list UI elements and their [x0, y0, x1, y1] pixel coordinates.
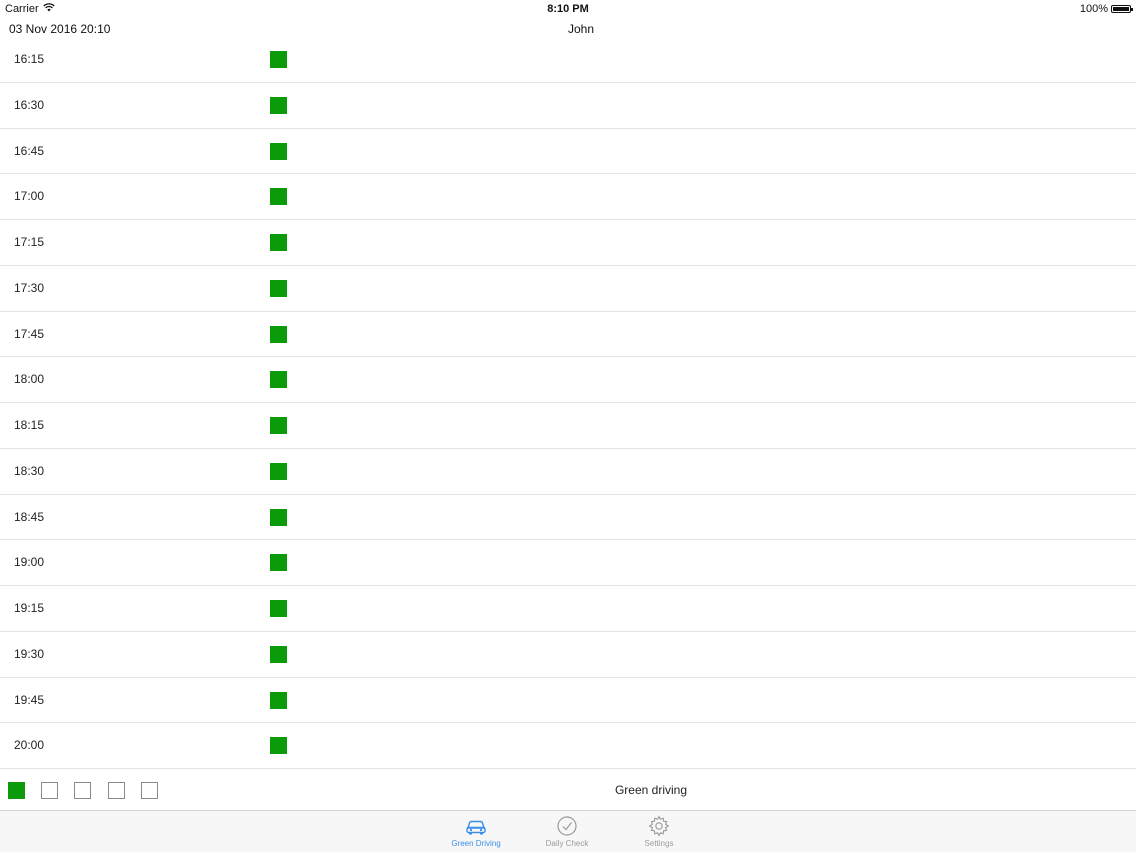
green-status-indicator: [270, 554, 287, 572]
legend-label: Green driving: [614, 783, 688, 797]
time-label: 18:30: [14, 463, 45, 478]
time-label: 18:00: [14, 372, 45, 387]
green-status-indicator: [270, 234, 287, 251]
legend-box-filled[interactable]: [8, 782, 25, 799]
legend-box-empty[interactable]: [141, 782, 158, 799]
time-label: 17:30: [14, 280, 45, 295]
time-label: 17:15: [14, 235, 45, 249]
time-row[interactable]: 19:45: [0, 678, 1136, 724]
time-label: 18:45: [14, 509, 45, 524]
time-label: 18:15: [14, 418, 45, 432]
time-list[interactable]: 16:15 16:30 16:45 17:00 17:15 17:30 17:45 18:00…: [0, 37, 1136, 769]
time-label: 20:00: [14, 738, 45, 753]
legend-box-empty[interactable]: [74, 782, 91, 799]
time-row[interactable]: 18:45: [0, 495, 1136, 541]
green-status-indicator: [270, 371, 287, 389]
header-driver-name: John: [567, 22, 595, 36]
header: 03 Nov 2016 20:10 John: [0, 20, 1136, 38]
green-status-indicator: [270, 417, 287, 434]
time-row[interactable]: 16:45: [0, 129, 1136, 175]
time-row[interactable]: 20:00: [0, 723, 1136, 769]
time-row[interactable]: 16:30: [0, 83, 1136, 129]
gear-icon: [647, 814, 671, 838]
tab-label: Settings: [644, 839, 674, 848]
tab-settings[interactable]: Settings: [619, 814, 699, 848]
green-status-indicator: [270, 188, 287, 206]
time-label: 19:00: [14, 555, 45, 570]
time-row[interactable]: 17:15: [0, 220, 1136, 266]
status-bar: Carrier 8:10 PM 100%: [0, 0, 1136, 18]
green-status-indicator: [270, 600, 287, 617]
battery-icon: [1111, 5, 1133, 13]
status-time: 8:10 PM: [547, 3, 589, 15]
time-row[interactable]: 19:15: [0, 586, 1136, 632]
green-status-indicator: [270, 737, 287, 755]
green-status-indicator: [270, 51, 287, 68]
check-circle-icon: [555, 814, 579, 838]
time-label: 19:15: [14, 601, 45, 615]
green-status-indicator: [270, 279, 287, 297]
time-label: 17:00: [14, 189, 45, 204]
time-label: 16:30: [14, 97, 45, 112]
legend-box-empty[interactable]: [108, 782, 125, 799]
green-status-indicator: [270, 645, 287, 663]
time-label: 16:15: [14, 52, 45, 66]
time-row[interactable]: 17:45: [0, 312, 1136, 358]
tab-daily-check[interactable]: Daily Check: [527, 814, 607, 848]
time-label: 19:30: [14, 646, 45, 661]
time-label: 16:45: [14, 143, 45, 158]
time-row[interactable]: 17:30: [0, 266, 1136, 312]
time-row[interactable]: 16:15: [0, 37, 1136, 83]
time-row[interactable]: 18:15: [0, 403, 1136, 449]
tab-green-driving[interactable]: Green Driving: [436, 814, 516, 848]
time-row[interactable]: 19:30: [0, 632, 1136, 678]
time-row[interactable]: 18:00: [0, 357, 1136, 403]
green-status-indicator: [270, 96, 287, 114]
status-right: 100%: [1079, 3, 1133, 15]
time-label: 19:45: [14, 692, 45, 707]
green-status-indicator: [270, 508, 287, 526]
tab-label: Green Driving: [451, 839, 501, 848]
legend-row: Green driving: [0, 770, 1136, 811]
tab-label: Daily Check: [545, 839, 589, 848]
battery-percent: 100%: [1079, 3, 1108, 15]
green-status-indicator: [270, 462, 287, 480]
time-label: 17:45: [14, 326, 45, 341]
car-icon: [464, 814, 488, 838]
time-row[interactable]: 17:00: [0, 174, 1136, 220]
time-row[interactable]: 18:30: [0, 449, 1136, 495]
green-status-indicator: [270, 142, 287, 160]
legend-box-empty[interactable]: [41, 782, 58, 799]
green-status-indicator: [270, 325, 287, 343]
time-row[interactable]: 19:00: [0, 540, 1136, 586]
green-status-indicator: [270, 691, 287, 709]
tab-bar: Green Driving Daily Check Settings: [0, 811, 1136, 852]
